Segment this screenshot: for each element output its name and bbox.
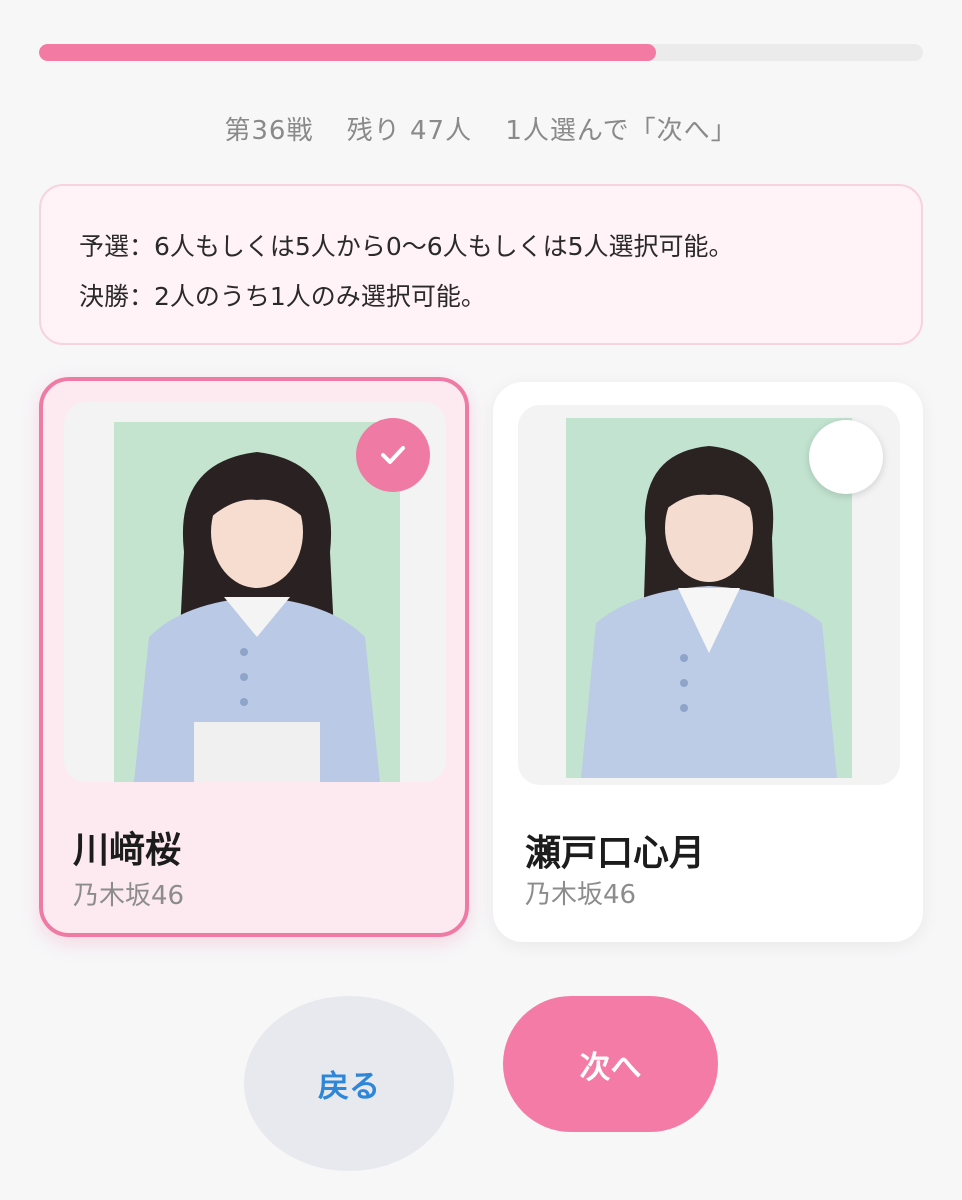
round-info: 第36戦 残り 47人 1人選んで「次へ」 bbox=[0, 110, 962, 147]
rules-notice: 予選：6人もしくは5人から0〜6人もしくは5人選択可能。 決勝：2人のうち1人の… bbox=[39, 184, 923, 345]
progress-bar-fill bbox=[39, 44, 657, 61]
checkmark-icon bbox=[381, 446, 405, 464]
selected-check-badge[interactable] bbox=[356, 418, 430, 492]
candidate-name: 瀬戸口心月 bbox=[525, 833, 706, 874]
candidate-card[interactable]: 瀬戸口心月 乃木坂46 bbox=[493, 382, 923, 942]
instruction-text: 1人選んで「次へ」 bbox=[505, 116, 738, 146]
ranking-vote-screen: 第36戦 残り 47人 1人選んで「次へ」 予選：6人もしくは5人から0〜6人も… bbox=[0, 0, 962, 1200]
candidate-group: 乃木坂46 bbox=[73, 881, 185, 911]
next-button[interactable]: 次へ bbox=[503, 996, 718, 1132]
candidate-name: 川﨑桜 bbox=[73, 830, 182, 871]
candidate-photo bbox=[114, 422, 400, 782]
round-number: 第36戦 bbox=[224, 116, 314, 146]
progress-bar bbox=[39, 44, 923, 61]
candidate-card-selected[interactable]: 川﨑桜 乃木坂46 bbox=[39, 377, 469, 937]
candidate-photo bbox=[566, 418, 852, 778]
unselected-check-badge[interactable] bbox=[809, 420, 883, 494]
rules-line-preliminary: 予選：6人もしくは5人から0〜6人もしくは5人選択可能。 bbox=[79, 232, 734, 261]
back-button[interactable]: 戻る bbox=[244, 996, 454, 1171]
remaining-count: 残り 47人 bbox=[346, 116, 473, 146]
rules-line-final: 決勝：2人のうち1人のみ選択可能。 bbox=[79, 282, 486, 311]
candidate-group: 乃木坂46 bbox=[525, 880, 637, 910]
